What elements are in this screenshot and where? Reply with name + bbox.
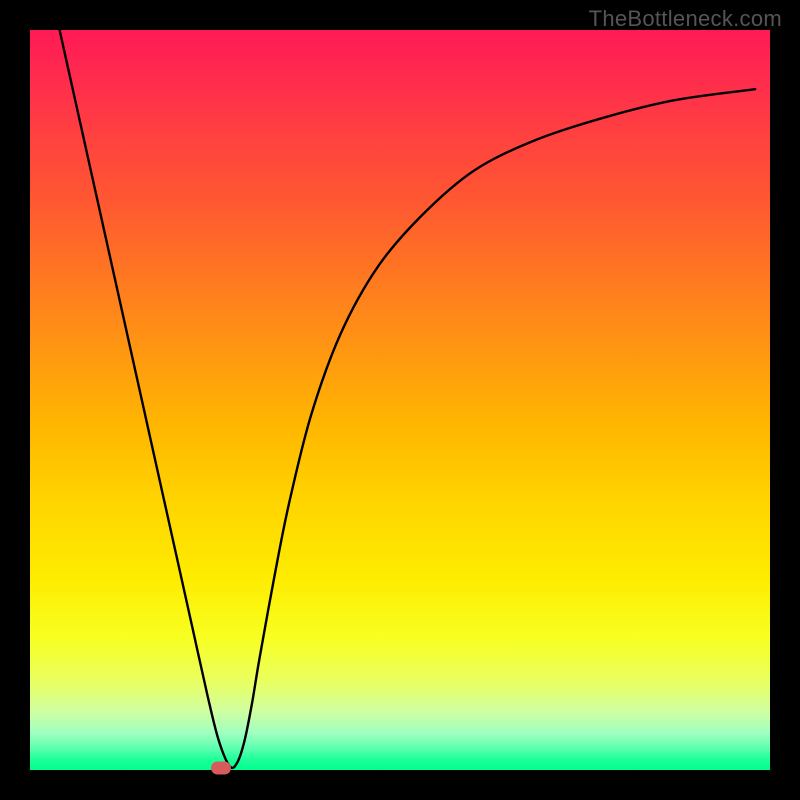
curve-svg [30,30,770,770]
chart-container: TheBottleneck.com [0,0,800,800]
bottleneck-curve [60,30,756,768]
plot-area [30,30,770,770]
watermark-text: TheBottleneck.com [589,6,782,32]
minimum-marker [211,761,231,774]
